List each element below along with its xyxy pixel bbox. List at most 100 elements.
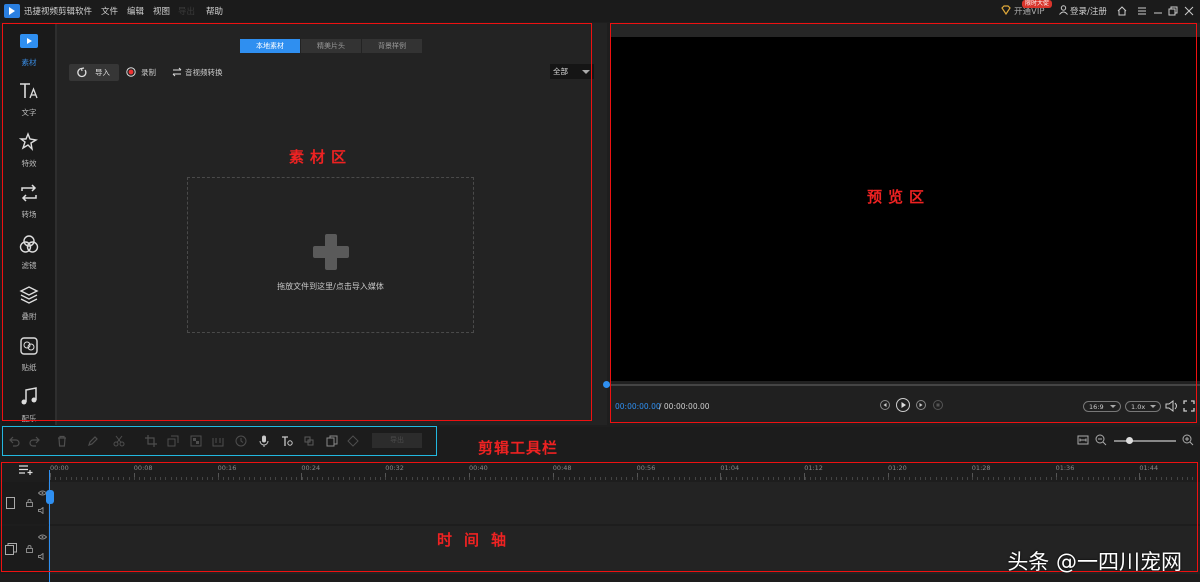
import-label: 导入: [95, 68, 110, 77]
ruler-minor-tick: [490, 477, 492, 480]
record-icon[interactable]: [126, 67, 136, 77]
eye-icon[interactable]: [38, 534, 47, 540]
tab-background-samples[interactable]: 背景样例: [362, 39, 422, 53]
zoom-slider-handle[interactable]: [1126, 437, 1133, 444]
menu-help[interactable]: 帮助: [206, 5, 223, 17]
mosaic-icon[interactable]: [190, 435, 202, 447]
export-button[interactable]: 导出: [372, 433, 422, 448]
ruler-minor-tick: [165, 477, 167, 480]
sidebar-item-effects[interactable]: 特效: [2, 124, 56, 174]
rotate-icon[interactable]: [167, 435, 179, 447]
zoom-out-icon[interactable]: [1095, 434, 1107, 446]
ruler-minor-tick: [1024, 477, 1026, 480]
ruler-minor-tick: [123, 477, 125, 480]
ruler-minor-tick: [537, 477, 539, 480]
add-media-plus-icon[interactable]: [313, 234, 349, 270]
tab-local-media[interactable]: 本地素材: [240, 39, 300, 53]
lock-icon[interactable]: [26, 499, 33, 507]
mute-icon[interactable]: [38, 553, 47, 560]
mute-icon[interactable]: [38, 507, 47, 514]
ruler-minor-tick: [946, 477, 948, 480]
ruler-minor-tick: [1092, 477, 1094, 480]
next-frame-button[interactable]: [916, 400, 926, 410]
split-audio-icon[interactable]: [303, 435, 315, 447]
text-style-icon[interactable]: [281, 435, 293, 447]
ruler-minor-tick: [50, 477, 51, 480]
record-button[interactable]: 录制: [141, 67, 156, 78]
restore-icon[interactable]: [1168, 6, 1178, 16]
preview-header: [610, 23, 1200, 37]
sidebar-item-text[interactable]: 文字: [2, 73, 56, 123]
menu-icon[interactable]: [1137, 6, 1147, 16]
ruler-minor-tick: [448, 477, 450, 480]
ruler-minor-tick: [1098, 477, 1099, 480]
tab-intro-clips[interactable]: 精美片头: [301, 39, 361, 53]
ruler-minor-tick: [327, 477, 329, 480]
ruler-minor-tick: [312, 477, 313, 480]
lock-icon[interactable]: [26, 545, 33, 553]
media-drop-zone[interactable]: 拖放文件到这里/点击导入媒体: [187, 177, 474, 333]
zoom-in-icon[interactable]: [1182, 434, 1194, 446]
menu-edit[interactable]: 编辑: [127, 5, 144, 17]
zoom-slider[interactable]: [1114, 440, 1176, 442]
progress-handle[interactable]: [603, 381, 610, 388]
playhead-handle[interactable]: [46, 490, 54, 504]
freeze-frame-icon[interactable]: [212, 435, 224, 447]
copy-icon[interactable]: [326, 435, 338, 447]
ruler-minor-tick: [568, 477, 570, 480]
sidebar-item-filter[interactable]: 滤镜: [2, 226, 56, 276]
edit-icon[interactable]: [87, 435, 99, 447]
playhead[interactable]: [49, 470, 50, 582]
close-icon[interactable]: [1184, 6, 1194, 16]
more-tools-icon[interactable]: [347, 435, 359, 447]
ruler-minor-tick: [689, 477, 691, 480]
ruler-minor-tick: [406, 477, 408, 480]
sidebar-item-media[interactable]: 素材: [2, 23, 56, 73]
ruler-minor-tick: [1176, 477, 1178, 480]
ruler-minor-tick: [170, 477, 172, 480]
undo-icon[interactable]: [8, 435, 20, 447]
login-button[interactable]: 登录/注册: [1070, 5, 1107, 17]
sidebar-item-overlay[interactable]: 叠附: [2, 277, 56, 327]
ruler-minor-tick: [621, 477, 623, 480]
fullscreen-icon[interactable]: [1183, 400, 1195, 412]
playback-progress[interactable]: [606, 384, 1200, 386]
ruler-minor-tick: [463, 477, 465, 480]
minimize-icon[interactable]: [1153, 6, 1163, 16]
duration-icon[interactable]: [235, 435, 247, 447]
sidebar-item-sticker[interactable]: 贴纸: [2, 328, 56, 378]
voiceover-icon[interactable]: [258, 435, 270, 447]
crop-icon[interactable]: [145, 435, 157, 447]
sidebar-item-transition[interactable]: 转场: [2, 175, 56, 225]
volume-icon[interactable]: [1165, 400, 1179, 412]
video-track[interactable]: [0, 482, 1200, 524]
stop-button[interactable]: [933, 400, 943, 410]
menu-view[interactable]: 视图: [153, 5, 170, 17]
ruler-minor-tick: [1061, 477, 1063, 480]
ruler-minor-tick: [558, 477, 560, 480]
fit-timeline-icon[interactable]: [1077, 434, 1089, 446]
convert-button[interactable]: 音视频转换: [185, 67, 223, 78]
home-icon[interactable]: [1117, 6, 1127, 16]
ruler-minor-tick: [60, 477, 62, 480]
media-filter-select[interactable]: 全部: [550, 64, 594, 79]
ruler-minor-tick: [144, 477, 146, 480]
cut-icon[interactable]: [113, 435, 125, 447]
menu-file[interactable]: 文件: [101, 5, 118, 17]
play-button[interactable]: [896, 398, 910, 412]
import-button[interactable]: 导入: [69, 64, 119, 81]
add-track-icon[interactable]: [18, 465, 34, 476]
sidebar-item-music[interactable]: 配乐: [2, 379, 56, 429]
sidebar-item-label: 贴纸: [21, 363, 37, 372]
prev-frame-button[interactable]: [880, 400, 890, 410]
ruler-minor-tick: [1150, 477, 1152, 480]
ruler-minor-tick: [285, 477, 287, 480]
ruler-tick-label: 00:16: [217, 464, 237, 472]
redo-icon[interactable]: [29, 435, 41, 447]
ruler-minor-tick: [1113, 477, 1115, 480]
ruler-minor-tick: [479, 477, 481, 480]
ruler-minor-tick: [76, 477, 78, 480]
ruler-minor-tick: [940, 477, 942, 480]
import-icon: [76, 67, 87, 78]
delete-icon[interactable]: [56, 435, 68, 447]
